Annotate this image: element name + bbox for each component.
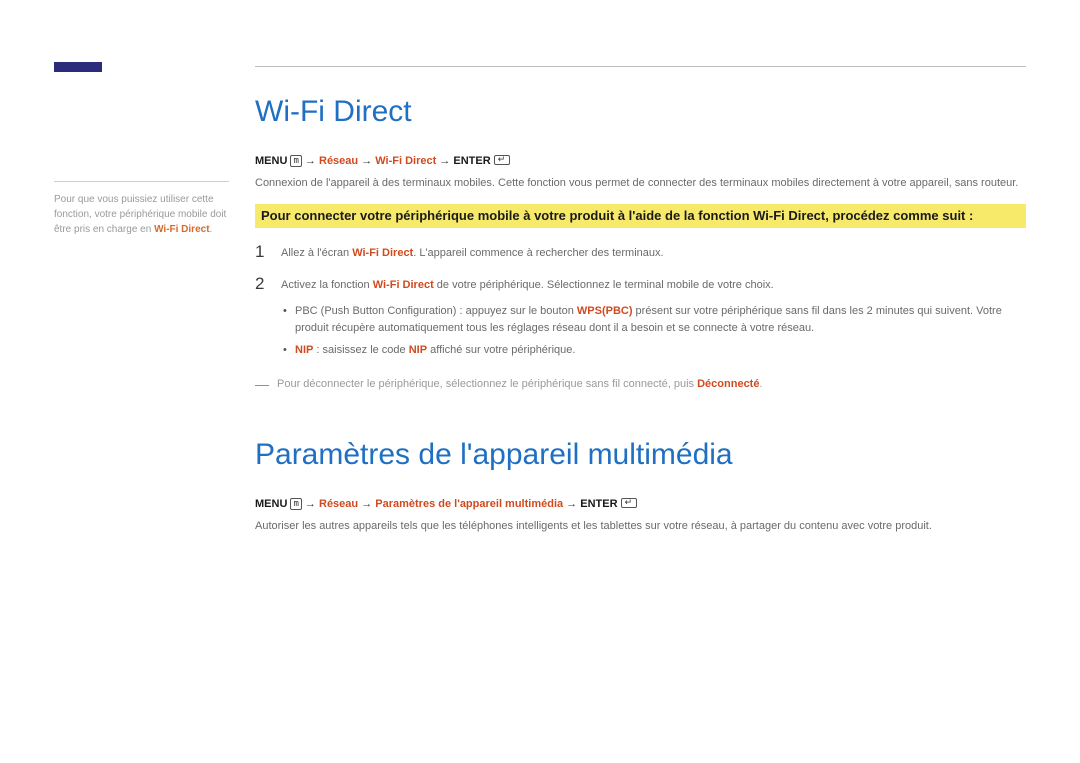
bullet-nip-post: affiché sur votre périphérique. [427, 344, 575, 356]
step-number: 1 [255, 242, 281, 262]
arrow: → [563, 498, 580, 510]
wifi-direct-description: Connexion de l'appareil à des terminaux … [255, 175, 1026, 192]
arrow: → [302, 498, 319, 510]
bullet-pbc-pre: PBC (Push Button Configuration) : appuye… [295, 305, 577, 317]
nav-item: Paramètres de l'appareil multimédia [375, 498, 563, 510]
nav-path-multimedia: MENU m → Réseau → Paramètres de l'appare… [255, 498, 1026, 510]
enter-icon [494, 155, 510, 165]
bullet-nip: NIP : saisissez le code NIP affiché sur … [281, 342, 1026, 360]
bullet-nip-red: NIP [295, 344, 313, 356]
arrow: → [358, 498, 375, 510]
bullet-pbc: PBC (Push Button Configuration) : appuye… [281, 303, 1026, 338]
menu-label: MENU [255, 498, 287, 510]
page-accent-bar [54, 62, 102, 72]
disconnect-note: ― Pour déconnecter le périphérique, séle… [255, 376, 1026, 393]
sidebar-note-accent: Wi-Fi Direct [154, 224, 209, 235]
enter-label: ENTER [580, 498, 617, 510]
note-pre: Pour déconnecter le périphérique, sélect… [277, 378, 697, 390]
step-2-post: de votre périphérique. Sélectionnez le t… [434, 279, 774, 291]
multimedia-description: Autoriser les autres appareils tels que … [255, 518, 1026, 535]
step-1-pre: Allez à l'écran [281, 247, 352, 259]
step-2-body: Activez la fonction Wi-Fi Direct de votr… [281, 274, 1026, 363]
arrow: → [302, 155, 319, 167]
arrow: → [358, 155, 375, 167]
step-1-red: Wi-Fi Direct [352, 247, 413, 259]
note-red: Déconnecté [697, 378, 759, 390]
step-1: 1 Allez à l'écran Wi-Fi Direct. L'appare… [255, 242, 1026, 263]
nav-reseau: Réseau [319, 155, 358, 167]
nav-path-wifi-direct: MENU m → Réseau → Wi-Fi Direct → ENTER [255, 155, 1026, 167]
main-content: Wi-Fi Direct MENU m → Réseau → Wi-Fi Dir… [255, 95, 1026, 547]
nav-item: Wi-Fi Direct [375, 155, 436, 167]
enter-icon [621, 498, 637, 508]
sidebar-divider [54, 181, 229, 182]
nav-reseau: Réseau [319, 498, 358, 510]
step-2-pre: Activez la fonction [281, 279, 373, 291]
enter-label: ENTER [453, 155, 490, 167]
step-2: 2 Activez la fonction Wi-Fi Direct de vo… [255, 274, 1026, 363]
step-number: 2 [255, 274, 281, 294]
note-body: Pour déconnecter le périphérique, sélect… [277, 376, 763, 393]
menu-label: MENU [255, 155, 287, 167]
sidebar-note-text: Pour que vous puissiez utiliser cette fo… [54, 192, 229, 237]
menu-icon: m [290, 498, 301, 510]
step-1-body: Allez à l'écran Wi-Fi Direct. L'appareil… [281, 242, 664, 263]
step-1-post: . L'appareil commence à rechercher des t… [413, 247, 663, 259]
bullet-nip-red2: NIP [409, 344, 427, 356]
step-2-red: Wi-Fi Direct [373, 279, 434, 291]
highlight-text: Pour connecter votre périphérique mobile… [261, 207, 1020, 225]
step-2-bullets: PBC (Push Button Configuration) : appuye… [281, 303, 1026, 360]
bullet-pbc-red: WPS(PBC) [577, 305, 633, 317]
section-title-multimedia: Paramètres de l'appareil multimédia [255, 438, 1026, 472]
top-divider [255, 66, 1026, 67]
bullet-nip-mid: : saisissez le code [313, 344, 408, 356]
menu-icon: m [290, 155, 301, 167]
arrow: → [436, 155, 453, 167]
note-post: . [759, 378, 762, 390]
highlight-instruction: Pour connecter votre périphérique mobile… [255, 204, 1026, 228]
section-title-wifi-direct: Wi-Fi Direct [255, 95, 1026, 129]
sidebar-note: Pour que vous puissiez utiliser cette fo… [54, 181, 229, 237]
note-dash: ― [255, 376, 277, 391]
